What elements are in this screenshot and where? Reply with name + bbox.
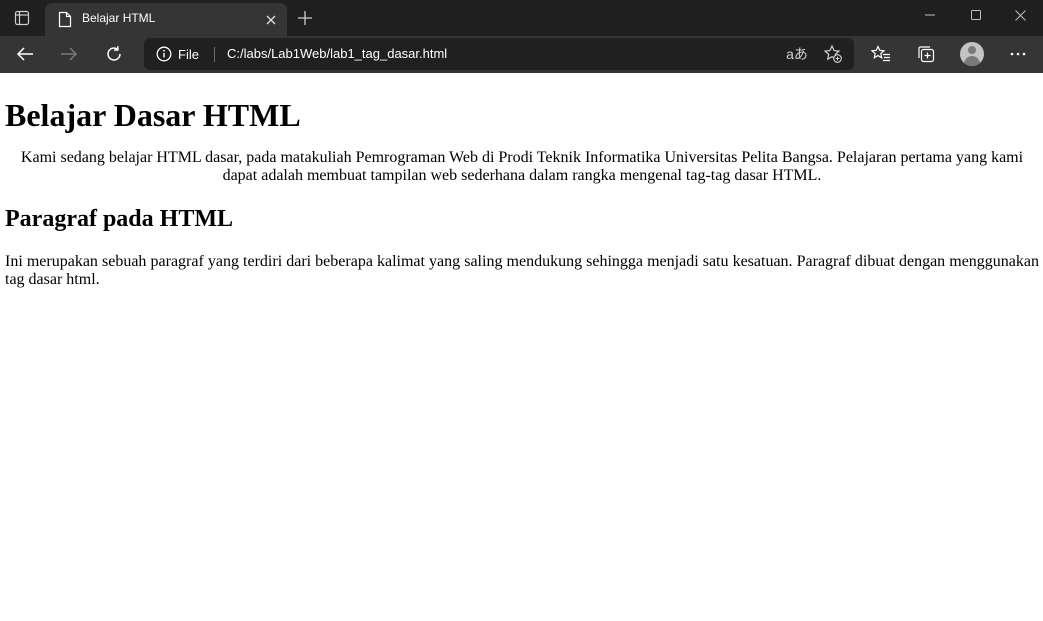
tab-title: Belajar HTML [82, 11, 156, 25]
refresh-icon [107, 46, 121, 61]
info-icon [156, 46, 172, 62]
window-close-button[interactable] [997, 0, 1043, 30]
collections-button[interactable] [908, 39, 944, 69]
window-close-icon [1014, 9, 1026, 21]
favorites-button[interactable] [863, 39, 899, 69]
back-arrow-icon [16, 47, 33, 61]
intro-paragraph: Kami sedang belajar HTML dasar, pada mat… [20, 149, 1024, 184]
site-info-button[interactable]: File [156, 38, 199, 70]
maximize-button[interactable] [953, 0, 999, 30]
back-button[interactable] [8, 39, 42, 69]
site-info-label: File [178, 46, 199, 62]
collections-icon [918, 46, 935, 63]
url-text[interactable]: C:/labs/Lab1Web/lab1_tag_dasar.html [227, 46, 447, 61]
read-aloud-icon: aあ [786, 46, 808, 62]
body-paragraph: Ini merupakan sebuah paragraf yang terdi… [5, 253, 1039, 288]
forward-button[interactable] [52, 39, 86, 69]
tab-actions-button[interactable] [0, 0, 44, 36]
more-icon [1010, 52, 1026, 56]
browser-tab[interactable]: Belajar HTML [45, 3, 287, 36]
section-heading: Paragraf pada HTML [5, 206, 233, 232]
forward-arrow-icon [61, 47, 78, 61]
add-favorite-icon [823, 44, 842, 63]
profile-icon [960, 42, 984, 66]
tab-close-button[interactable] [263, 12, 279, 28]
favorites-icon [871, 45, 890, 62]
page-document-icon [58, 11, 72, 28]
read-aloud-button[interactable]: aあ [782, 38, 812, 70]
page-content: Belajar Dasar HTML Kami sedang belajar H… [0, 97, 1043, 289]
browser-toolbar: File C:/labs/Lab1Web/lab1_tag_dasar.html… [0, 36, 1043, 73]
address-bar[interactable]: File C:/labs/Lab1Web/lab1_tag_dasar.html… [144, 38, 854, 70]
page-heading: Belajar Dasar HTML [5, 97, 301, 133]
address-divider [214, 47, 215, 62]
add-favorite-button[interactable] [818, 38, 848, 70]
close-icon [266, 15, 276, 25]
refresh-button[interactable] [97, 39, 131, 69]
profile-button[interactable] [954, 39, 990, 69]
tab-actions-icon [14, 10, 30, 26]
minimize-button[interactable] [907, 0, 953, 30]
minimize-icon [925, 14, 935, 16]
more-button[interactable] [1000, 39, 1036, 69]
plus-icon [298, 11, 312, 25]
new-tab-button[interactable] [295, 8, 315, 28]
browser-title-bar: Belajar HTML [0, 0, 1043, 36]
maximize-icon [971, 10, 981, 20]
